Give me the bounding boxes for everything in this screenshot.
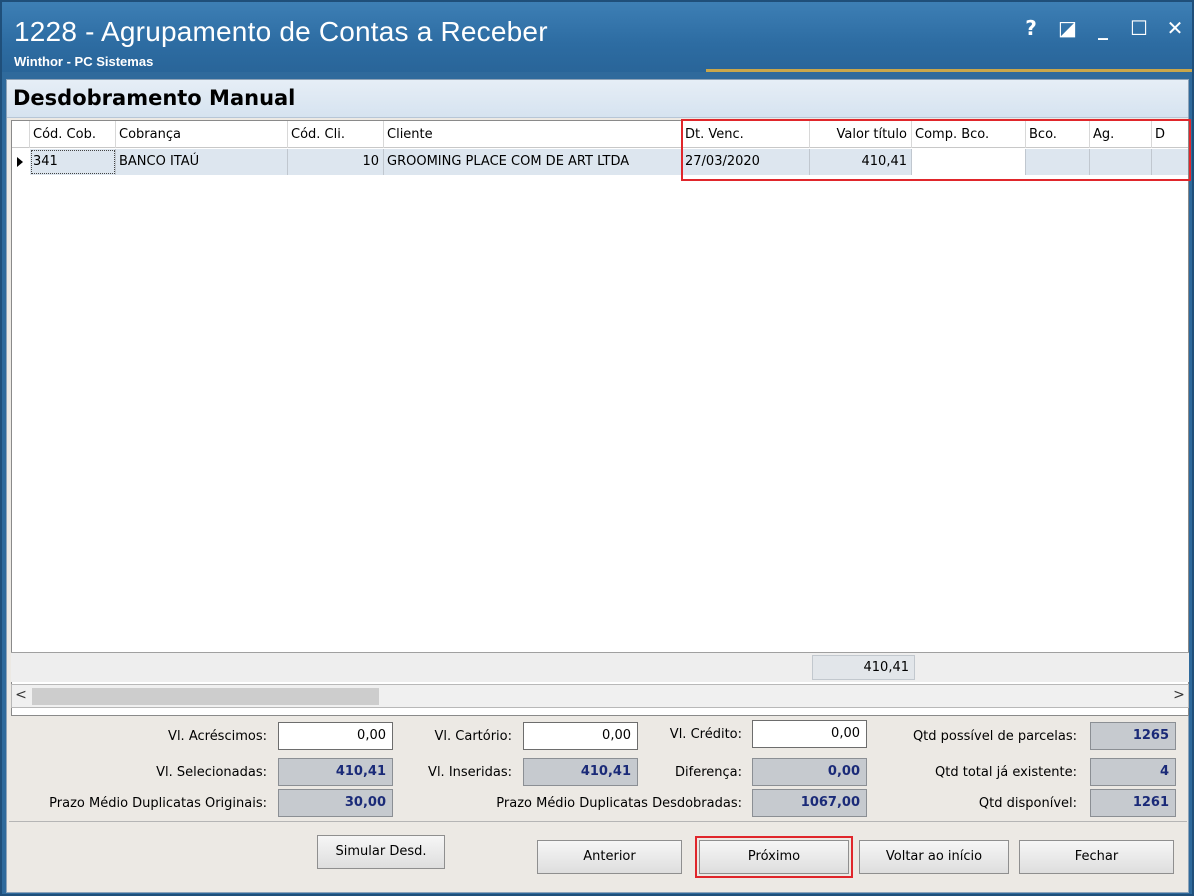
- simular-button[interactable]: Simular Desd.: [317, 835, 445, 869]
- app-window: 1228 - Agrupamento de Contas a Receber W…: [0, 0, 1194, 896]
- acrescimos-field[interactable]: 0,00: [278, 722, 393, 750]
- selecionadas-label: Vl. Selecionadas:: [156, 765, 267, 780]
- col-cod-cli[interactable]: Cód. Cli.: [288, 121, 384, 148]
- help-icon[interactable]: ?: [1022, 16, 1040, 40]
- qtd-existente-field: 4: [1090, 758, 1176, 786]
- close-icon[interactable]: ✕: [1166, 16, 1184, 40]
- scroll-right-icon[interactable]: >: [1170, 687, 1188, 703]
- grid-header: Cód. Cob. Cobrança Cód. Cli. Cliente Dt.…: [12, 121, 1188, 148]
- row-indicator-icon: [12, 149, 30, 175]
- maximize-icon[interactable]: ☐: [1130, 16, 1148, 40]
- voltar-button[interactable]: Voltar ao início: [859, 840, 1009, 874]
- anterior-button[interactable]: Anterior: [537, 840, 682, 874]
- cell-cliente[interactable]: GROOMING PLACE COM DE ART LTDA: [384, 149, 682, 175]
- qtd-disponivel-label: Qtd disponível:: [978, 796, 1077, 811]
- cell-comp-bco[interactable]: [912, 149, 1026, 175]
- proximo-button[interactable]: Próximo: [695, 836, 853, 878]
- title-accent-line: [706, 69, 1192, 72]
- col-cod-cob[interactable]: Cód. Cob.: [30, 121, 116, 148]
- header-indicator: [12, 121, 30, 148]
- qtd-possivel-label: Qtd possível de parcelas:: [912, 729, 1077, 744]
- window-title: 1228 - Agrupamento de Contas a Receber: [14, 16, 548, 47]
- grid-footer: 410,41: [11, 652, 1189, 682]
- cell-cobranca[interactable]: BANCO ITAÚ: [116, 149, 288, 175]
- credito-field[interactable]: 0,00: [752, 720, 867, 748]
- cartorio-field[interactable]: 0,00: [523, 722, 638, 750]
- section-title: Desdobramento Manual: [13, 86, 296, 110]
- main-content: Desdobramento Manual Cód. Cob. Cobrança …: [6, 79, 1191, 893]
- window-subtitle: Winthor - PC Sistemas: [14, 54, 154, 69]
- cell-bco[interactable]: [1026, 149, 1090, 175]
- credito-label: Vl. Crédito:: [669, 727, 742, 742]
- cell-valor-titulo[interactable]: 410,41: [810, 149, 912, 175]
- fechar-button[interactable]: Fechar: [1019, 840, 1174, 874]
- col-dt-venc[interactable]: Dt. Venc.: [682, 121, 810, 148]
- diferenca-field: 0,00: [752, 758, 867, 786]
- cell-ag[interactable]: [1090, 149, 1152, 175]
- footer-total-valor: 410,41: [812, 655, 915, 680]
- title-bar[interactable]: 1228 - Agrupamento de Contas a Receber W…: [2, 2, 1192, 72]
- qtd-possivel-field: 1265: [1090, 722, 1176, 750]
- scroll-thumb[interactable]: [32, 688, 379, 705]
- col-comp-bco[interactable]: Comp. Bco.: [912, 121, 1026, 148]
- cell-cod-cli[interactable]: 10: [288, 149, 384, 175]
- col-cliente[interactable]: Cliente: [384, 121, 682, 148]
- qtd-disponivel-field: 1261: [1090, 789, 1176, 817]
- horizontal-scrollbar[interactable]: < >: [11, 684, 1189, 708]
- section-header: Desdobramento Manual: [7, 80, 1188, 118]
- col-ag[interactable]: Ag.: [1090, 121, 1152, 148]
- inseridas-field: 410,41: [523, 758, 638, 786]
- inseridas-label: Vl. Inseridas:: [428, 765, 512, 780]
- prazo-originais-label: Prazo Médio Duplicatas Originais:: [49, 796, 267, 811]
- cell-cod-cob[interactable]: 341: [30, 149, 116, 175]
- col-bco[interactable]: Bco.: [1026, 121, 1090, 148]
- scroll-left-icon[interactable]: <: [12, 687, 30, 703]
- table-row[interactable]: 341 BANCO ITAÚ 10 GROOMING PLACE COM DE …: [12, 149, 1188, 176]
- acrescimos-label: Vl. Acréscimos:: [168, 729, 267, 744]
- minimize-icon[interactable]: _: [1094, 16, 1112, 40]
- col-d[interactable]: D: [1152, 121, 1188, 148]
- prazo-originais-field: 30,00: [278, 789, 393, 817]
- prazo-desdobradas-field: 1067,00: [752, 789, 867, 817]
- cartorio-label: Vl. Cartório:: [434, 729, 513, 744]
- prazo-desdobradas-label: Prazo Médio Duplicatas Desdobradas:: [496, 796, 742, 811]
- selecionadas-field: 410,41: [278, 758, 393, 786]
- diferenca-label: Diferença:: [675, 765, 742, 780]
- data-grid[interactable]: Cód. Cob. Cobrança Cód. Cli. Cliente Dt.…: [11, 119, 1191, 716]
- col-cobranca[interactable]: Cobrança: [116, 121, 288, 148]
- restore-icon[interactable]: ◪: [1058, 16, 1077, 40]
- cell-dt-venc[interactable]: 27/03/2020: [682, 149, 810, 175]
- cell-d[interactable]: [1152, 149, 1188, 175]
- qtd-existente-label: Qtd total já existente:: [935, 765, 1077, 780]
- col-valor-titulo[interactable]: Valor título: [810, 121, 912, 148]
- divider: [9, 821, 1187, 822]
